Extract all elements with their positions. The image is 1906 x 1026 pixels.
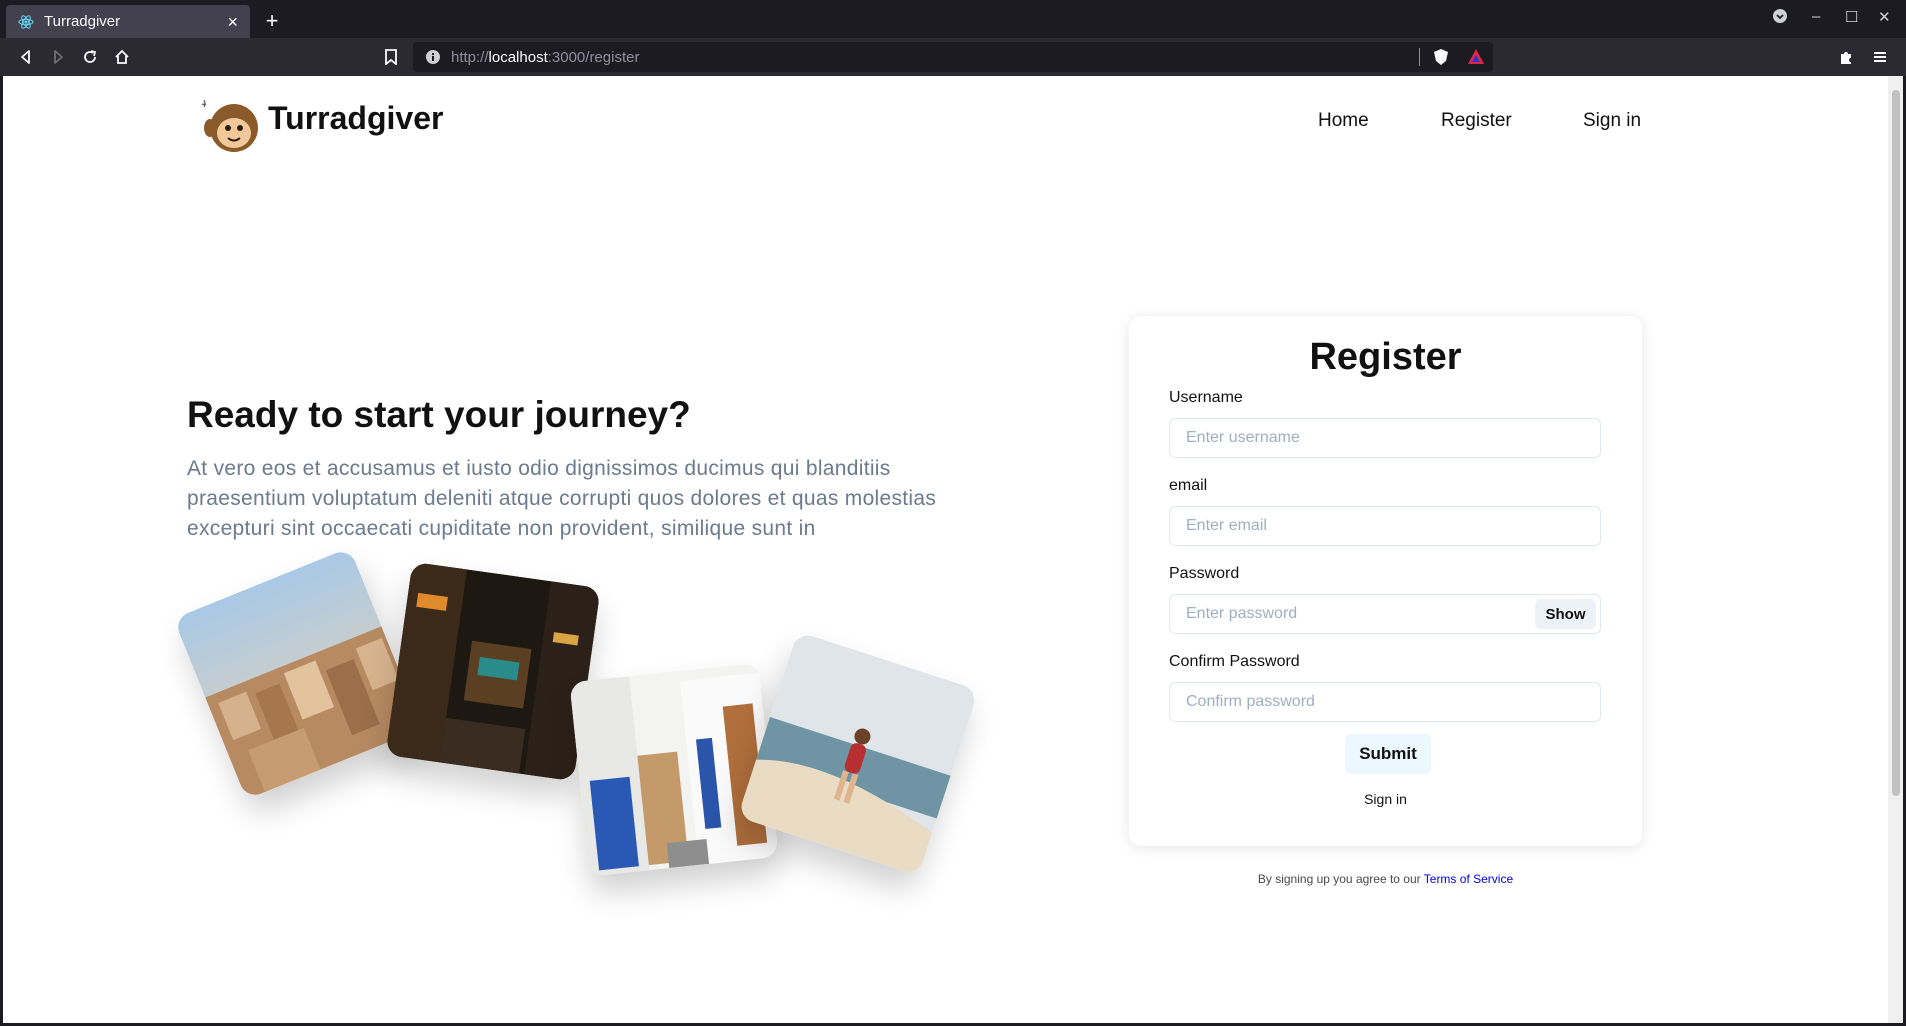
night-alley-photo — [385, 561, 601, 782]
browser-toolbar: http://localhost:3000/register — [0, 38, 1906, 76]
back-icon[interactable] — [12, 43, 40, 71]
close-tab-icon[interactable]: × — [227, 13, 238, 31]
info-icon[interactable] — [425, 49, 441, 65]
minimize-icon[interactable]: – — [1812, 8, 1820, 25]
confirm-password-input[interactable] — [1169, 682, 1601, 722]
page: Turradgiver Home Register Sign in Ready … — [3, 76, 1888, 1023]
home-icon[interactable] — [108, 43, 136, 71]
url-text: http://localhost:3000/register — [451, 48, 640, 66]
username-input[interactable] — [1169, 418, 1601, 458]
extensions-icon[interactable] — [1832, 43, 1860, 71]
brave-rewards-icon[interactable] — [1467, 48, 1485, 65]
monkey-logo[interactable] — [200, 98, 262, 154]
email-label: email — [1169, 477, 1208, 494]
white-street-photo — [569, 662, 779, 877]
register-card: Register Username email Password Show Co… — [1129, 316, 1642, 846]
submit-button[interactable]: Submit — [1345, 734, 1431, 774]
city-rooftops-photo — [173, 547, 423, 800]
new-tab-button[interactable]: + — [258, 7, 286, 35]
close-window-icon[interactable]: ✕ — [1878, 8, 1891, 26]
scrollbar-thumb[interactable] — [1892, 90, 1900, 796]
username-label: Username — [1169, 389, 1243, 406]
password-label: Password — [1169, 565, 1240, 582]
browser-tab[interactable]: Turradgiver × — [6, 5, 250, 38]
react-icon — [18, 14, 34, 29]
brave-shield-icon[interactable] — [1433, 48, 1449, 66]
sign-in-link[interactable]: Sign in — [1129, 791, 1642, 807]
forward-icon[interactable] — [44, 43, 72, 71]
register-title: Register — [1309, 336, 1462, 378]
menu-icon[interactable] — [1866, 43, 1894, 71]
tab-title: Turradgiver — [44, 13, 121, 30]
tab-list-icon[interactable] — [1772, 8, 1788, 28]
bookmark-icon[interactable] — [377, 43, 405, 71]
hero-text: At vero eos et accusamus et iusto odio d… — [187, 457, 937, 540]
brand-name[interactable]: Turradgiver — [268, 100, 443, 137]
email-input[interactable] — [1169, 506, 1601, 546]
nav-register[interactable]: Register — [1441, 110, 1512, 132]
hero-title: Ready to start your journey? — [187, 394, 691, 435]
maximize-icon[interactable]: ☐ — [1845, 8, 1858, 26]
browser-tab-bar: Turradgiver × + – ☐ ✕ — [0, 0, 1906, 38]
show-password-button[interactable]: Show — [1535, 599, 1596, 629]
terms-notice: By signing up you agree to our Terms of … — [1257, 872, 1514, 886]
url-divider — [1419, 48, 1420, 66]
terms-of-service-link[interactable]: Terms of Service — [1424, 872, 1513, 886]
nav-home[interactable]: Home — [1318, 110, 1369, 132]
address-bar[interactable]: http://localhost:3000/register — [413, 42, 1493, 72]
nav-sign-in[interactable]: Sign in — [1583, 110, 1641, 132]
confirm-password-label: Confirm Password — [1169, 653, 1300, 670]
reload-icon[interactable] — [76, 43, 104, 71]
page-scrollbar[interactable] — [1888, 76, 1903, 1023]
